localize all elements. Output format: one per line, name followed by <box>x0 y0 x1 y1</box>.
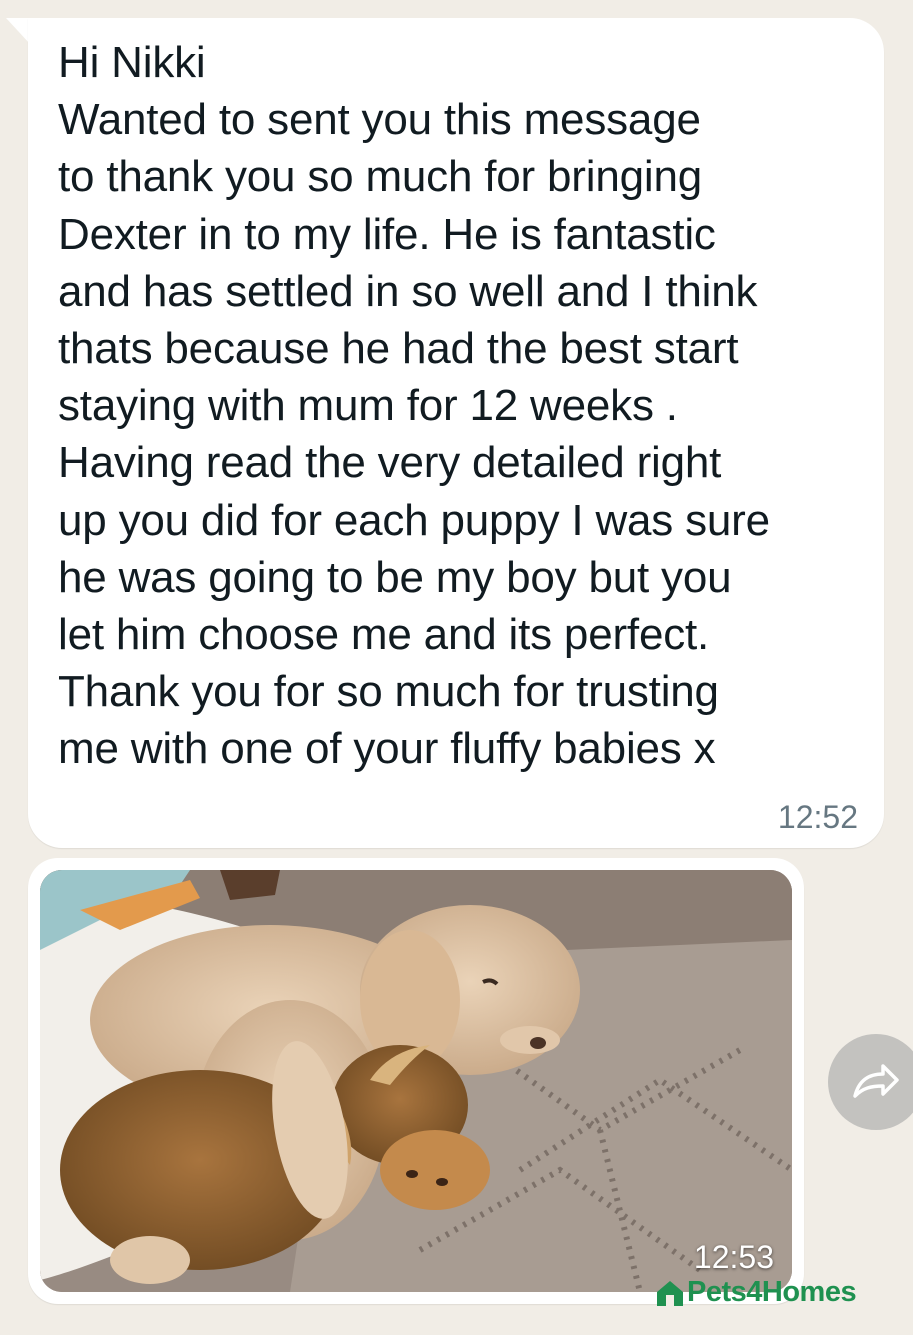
message-line: to thank you so much for bringing <box>58 152 702 202</box>
message-timestamp: 12:52 <box>777 799 858 835</box>
forward-arrow-icon <box>853 1064 899 1098</box>
message-line: Thank you for so much for trusting <box>58 667 719 717</box>
forward-button[interactable] <box>828 1034 913 1130</box>
message-line: and has settled in so well and I think <box>58 266 758 316</box>
message-line: Dexter in to my life. He is fantastic <box>58 209 716 259</box>
image-timestamp: 12:53 <box>693 1239 774 1275</box>
message-line: let him choose me and its perfect. <box>58 610 710 660</box>
message-line: thats because he had the best start <box>58 324 739 374</box>
watermark-text: Pets4Homes <box>687 1276 857 1308</box>
message-line: Having read the very detailed right <box>58 438 722 488</box>
message-body: Hi Nikki Wanted to sent you this message… <box>58 34 858 778</box>
bubble-tail <box>6 18 30 44</box>
incoming-image-message[interactable]: 12:53 <box>28 858 804 1304</box>
house-pet-icon <box>657 1280 683 1306</box>
message-line: staying with mum for 12 weeks . <box>58 381 678 431</box>
message-line: he was going to be my boy but you <box>58 552 732 602</box>
incoming-text-message[interactable]: Hi Nikki Wanted to sent you this message… <box>28 18 884 848</box>
puppy-photo[interactable]: 12:53 <box>40 870 792 1292</box>
message-line: up you did for each puppy I was sure <box>58 495 770 545</box>
pets4homes-watermark: Pets4Homes <box>655 1276 857 1309</box>
message-line: me with one of your fluffy babies x <box>58 724 716 774</box>
message-line: Hi Nikki <box>58 38 206 87</box>
message-line: Wanted to sent you this message <box>58 95 701 145</box>
puppy-photo-illustration <box>40 870 792 1292</box>
